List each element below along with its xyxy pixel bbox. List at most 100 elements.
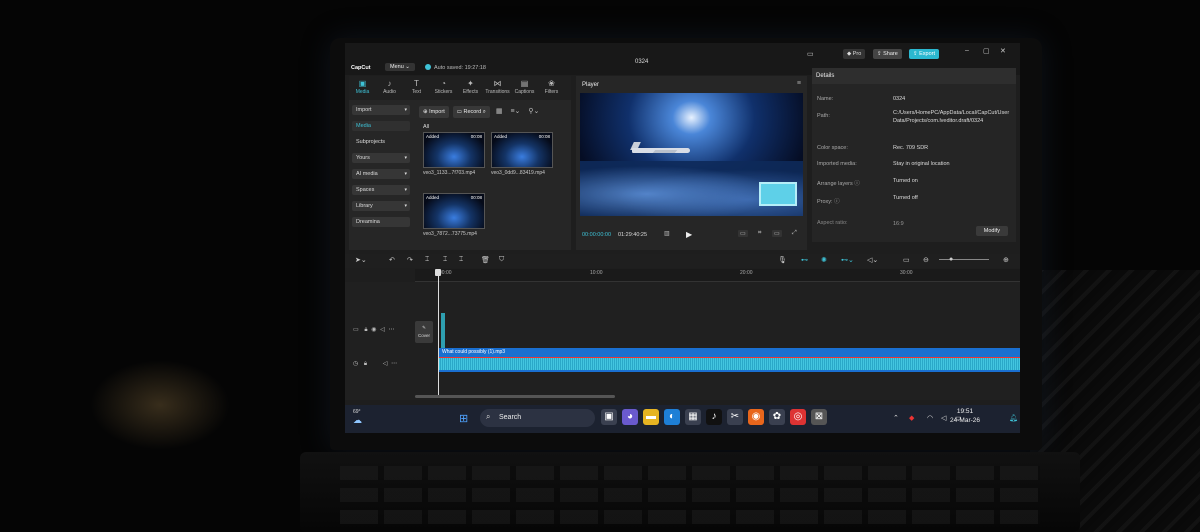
fullscreen-icon[interactable]: ⤢ xyxy=(790,230,799,237)
minimize-button[interactable]: – xyxy=(965,47,969,54)
volume-icon[interactable]: ◁ xyxy=(941,414,946,422)
filter-icon[interactable]: ⚲⌄ xyxy=(526,106,541,118)
edge-icon[interactable]: ◐ xyxy=(664,409,680,425)
tab-text[interactable]: T Text xyxy=(403,76,430,100)
weather-icon[interactable]: ☁ xyxy=(353,415,362,426)
hamburger-menu-icon[interactable]: ≡ xyxy=(797,80,801,87)
ratio-icon[interactable]: ▭ xyxy=(772,230,782,237)
media-clip[interactable]: Added 00:08 veo3_7872...73775.mp4 xyxy=(423,193,485,237)
modify-button[interactable]: Modify xyxy=(975,226,1008,236)
microphone-icon[interactable]: 🎙 xyxy=(778,256,787,264)
notification-bell-icon[interactable]: 🔔︎ xyxy=(1009,414,1018,422)
sidenav-dreamina[interactable]: Dreamina xyxy=(352,217,410,227)
undo-icon[interactable]: ↶ xyxy=(389,256,395,264)
playhead[interactable] xyxy=(435,269,441,397)
export-button[interactable]: ⇪ Export xyxy=(909,49,940,59)
overlay-box[interactable] xyxy=(759,182,797,206)
crop-icon[interactable]: ⌗ xyxy=(756,230,763,237)
lock-icon[interactable]: 🔒︎ xyxy=(364,361,367,367)
imported-media-label: Imported media: xyxy=(817,161,857,167)
timeline-ruler[interactable]: 00:00 10:00 20:00 30:00 xyxy=(415,269,1020,282)
tab-transitions[interactable]: ⋈ Transitions xyxy=(484,76,511,100)
wifi-icon[interactable]: ◠ xyxy=(927,414,933,422)
sidenav-library[interactable]: Library ▾ xyxy=(352,201,410,211)
capcut-active-icon[interactable]: ⊠ xyxy=(811,409,827,425)
timeline-scrollbar[interactable] xyxy=(415,395,615,398)
import-button[interactable]: ⊕ Import xyxy=(419,106,449,118)
shield-icon[interactable]: ⛉ xyxy=(499,256,504,264)
media-clip[interactable]: Added 00:08 veo3_1133...7f703.mp4 xyxy=(423,132,485,176)
sidenav-media[interactable]: Media xyxy=(352,121,410,131)
capcut-app-icon[interactable]: ✂ xyxy=(727,409,743,425)
zoom-slider-handle[interactable]: ● xyxy=(949,256,953,263)
chrome-icon[interactable]: ◎ xyxy=(790,409,806,425)
snap-icon[interactable]: ⊷⌄ xyxy=(841,256,854,264)
tab-media[interactable]: ▣ Media xyxy=(349,76,376,100)
clip-name: veo3_7872...73775.mp4 xyxy=(423,231,477,237)
frame-grid-icon[interactable]: ▥ xyxy=(662,230,672,237)
split-icon[interactable]: ⌶ xyxy=(425,256,429,264)
sidenav-spaces[interactable]: Spaces ▾ xyxy=(352,185,410,195)
eye-icon[interactable]: ◉ xyxy=(371,327,376,333)
sort-icon[interactable]: ≡⌄ xyxy=(508,106,522,118)
zoom-slider[interactable] xyxy=(939,259,989,260)
airplane-image xyxy=(630,142,692,157)
quality-icon[interactable]: ▭ xyxy=(738,230,748,237)
zoom-out-icon[interactable]: ⊖ xyxy=(923,256,929,264)
taskbar-clock[interactable]: 19:51 24-Mar-26 xyxy=(950,407,980,425)
share-button[interactable]: ⇪ Share xyxy=(873,49,902,59)
magnet-icon[interactable]: ✺ xyxy=(821,256,827,264)
task-view-icon[interactable]: ▣ xyxy=(601,409,617,425)
layout-icon[interactable]: ▭ xyxy=(807,50,814,58)
lock-icon[interactable]: 🔒︎ xyxy=(364,327,367,333)
redo-icon[interactable]: ↷ xyxy=(407,256,413,264)
record-button[interactable]: ▭ Record ⌕ xyxy=(452,106,490,118)
path-label: Path: xyxy=(817,113,830,119)
close-button[interactable]: ✕ xyxy=(1000,47,1006,55)
tiktok-icon[interactable]: ♪ xyxy=(706,409,722,425)
audio-clip[interactable]: What could possibly (1).mp3 xyxy=(439,348,1020,372)
details-panel: Details Name: 0324 Path: C:/Users/HomePC… xyxy=(812,68,1016,242)
maximize-button[interactable]: ▢ xyxy=(983,47,990,55)
video-clip[interactable] xyxy=(441,313,445,349)
tab-stickers[interactable]: ◔ Stickers xyxy=(430,76,457,100)
split-left-icon[interactable]: ⌶ xyxy=(443,256,447,264)
video-preview[interactable] xyxy=(580,93,803,216)
select-tool-icon[interactable]: ➤⌄ xyxy=(355,256,367,264)
sidenav-subprojects[interactable]: Subprojects xyxy=(352,137,410,147)
app-tray-icon[interactable]: ◆ xyxy=(909,414,914,422)
taskbar-search[interactable]: ⌕ Search xyxy=(480,409,595,427)
menu-button[interactable]: Menu ⌄ xyxy=(385,63,415,71)
import-label: Import xyxy=(429,109,445,115)
split-right-icon[interactable]: ⌶ xyxy=(459,256,463,264)
chevron-up-icon[interactable]: ⌃ xyxy=(893,414,899,422)
speaker-icon[interactable]: ◁ xyxy=(383,361,388,367)
media-clip[interactable]: Added 00:08 veo3_0dd9...83419.mp4 xyxy=(491,132,553,176)
store-icon[interactable]: ▦ xyxy=(685,409,701,425)
imported-media-value: Stay in original location xyxy=(893,161,950,167)
sidenav-import[interactable]: Import ▾ xyxy=(352,105,410,115)
zoom-in-icon[interactable]: ⊕ xyxy=(1003,256,1009,264)
tab-captions[interactable]: ▤ Captions xyxy=(511,76,538,100)
tab-filters[interactable]: ❀ Filters xyxy=(538,76,565,100)
cover-button[interactable]: ✎ Cover xyxy=(415,321,433,343)
delete-icon[interactable]: 🗑 xyxy=(481,256,490,264)
chatgpt-icon[interactable]: ✿ xyxy=(769,409,785,425)
more-icon[interactable]: ⋯ xyxy=(388,327,394,333)
speaker-icon[interactable]: ◁ xyxy=(380,327,385,333)
grid-view-icon[interactable]: ▦ xyxy=(494,106,505,118)
tab-audio[interactable]: ♪ Audio xyxy=(376,76,403,100)
pro-button[interactable]: ◆ Pro xyxy=(843,49,866,59)
windows-start-icon[interactable]: ⊞ xyxy=(459,412,468,425)
more-icon[interactable]: ⋯ xyxy=(391,361,397,367)
sidenav-ai-media[interactable]: AI media ▾ xyxy=(352,169,410,179)
link-icon[interactable]: ⊷ xyxy=(801,256,808,264)
sidenav-yours[interactable]: Yours ▾ xyxy=(352,153,410,163)
audio-preview-icon[interactable]: ◁⌄ xyxy=(867,256,878,264)
file-explorer-icon[interactable]: ▬ xyxy=(643,409,659,425)
tab-effects[interactable]: ✦ Effects xyxy=(457,76,484,100)
play-button[interactable]: ▶ xyxy=(686,230,692,239)
caption-icon[interactable]: ▭ xyxy=(903,256,910,264)
firefox-icon[interactable]: ◉ xyxy=(748,409,764,425)
copilot-icon[interactable]: ◕ xyxy=(622,409,638,425)
